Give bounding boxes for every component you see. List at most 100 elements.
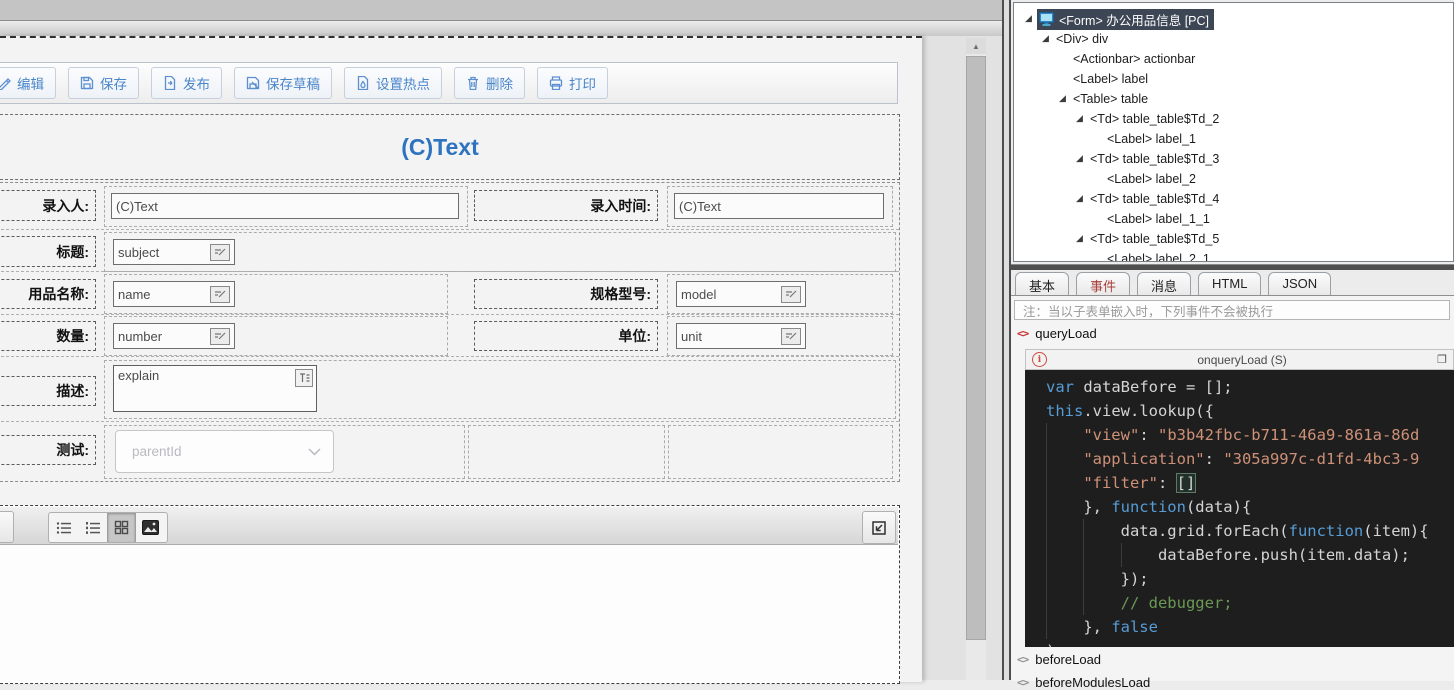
numbered-list-icon: [85, 521, 100, 534]
scrollbar-up-arrow[interactable]: ▲: [966, 38, 986, 54]
info-icon[interactable]: i: [1032, 352, 1047, 367]
expand-arrow-icon[interactable]: ◢: [1076, 153, 1083, 164]
tree-item-label: <Label> label_2_1: [1107, 252, 1210, 262]
recorder-label[interactable]: 录入人:: [0, 190, 96, 221]
number-cell[interactable]: number: [104, 316, 448, 356]
publish-button[interactable]: 发布: [151, 67, 222, 99]
test-cell[interactable]: parentId: [104, 425, 465, 479]
unit-cell[interactable]: unit: [667, 316, 893, 356]
tree-item-label2[interactable]: <Label> label_2: [1014, 169, 1453, 189]
events-note: 注：当以子表单嵌入时，下列事件不会被执行: [1014, 300, 1450, 320]
expand-arrow-icon[interactable]: ◢: [1076, 193, 1083, 204]
name-cell[interactable]: name: [104, 274, 448, 314]
tree-item-label[interactable]: <Label> label: [1014, 69, 1453, 89]
field-edit-icon[interactable]: [210, 243, 230, 261]
download-button[interactable]: [0, 511, 14, 543]
code-editor[interactable]: var dataBefore = []; this.view.lookup({ …: [1025, 370, 1454, 647]
tree-item-td2[interactable]: ◢ <Td> table_table$Td_2: [1014, 109, 1453, 129]
tree-item-td5[interactable]: ◢ <Td> table_table$Td_5: [1014, 229, 1453, 249]
tree-item-actionbar[interactable]: <Actionbar> actionbar: [1014, 49, 1453, 69]
grid-view-button[interactable]: [107, 513, 136, 542]
test-label[interactable]: 测试:: [0, 435, 96, 465]
record-time-input[interactable]: (C)Text: [674, 193, 884, 219]
form-table[interactable]: 录入人: (C)Text 录入时间: (C)Text 标题: subject 用…: [0, 182, 900, 482]
field-edit-icon[interactable]: [781, 285, 801, 303]
unit-label[interactable]: 单位:: [474, 321, 658, 351]
tab-html[interactable]: HTML: [1198, 272, 1262, 297]
event-queryload[interactable]: <> queryLoad: [1017, 326, 1097, 341]
subject-cell[interactable]: subject: [104, 232, 896, 272]
field-edit-icon[interactable]: [781, 327, 801, 345]
tree-item-label: <Label> label_1_1: [1107, 212, 1210, 226]
subject-input[interactable]: subject: [113, 239, 235, 265]
form-design-page[interactable]: 编辑 保存 发布 保存草稿 设置热点 删除 打印 (C)Text 录入人: (C…: [0, 36, 922, 684]
edit-button[interactable]: 编辑: [0, 67, 56, 99]
tab-events[interactable]: 事件: [1076, 272, 1131, 297]
explain-label[interactable]: 描述:: [0, 376, 96, 406]
recorder-input[interactable]: (C)Text: [111, 193, 459, 219]
expand-arrow-icon[interactable]: ◢: [1076, 233, 1083, 244]
event-beforemodulesload[interactable]: <> beforeModulesLoad: [1017, 675, 1150, 690]
field-edit-icon[interactable]: [210, 327, 230, 345]
restore-window-icon[interactable]: ❐: [1437, 353, 1447, 366]
tree-item-label: <Td> table_table$Td_3: [1090, 152, 1220, 166]
panel-splitter-vertical[interactable]: [1002, 0, 1011, 680]
tree-item-table[interactable]: ◢ <Table> table: [1014, 89, 1453, 109]
name-input[interactable]: name: [113, 281, 235, 307]
tree-item-label: <Div> div: [1056, 32, 1109, 46]
form-title-component[interactable]: (C)Text: [0, 114, 900, 180]
recorder-cell[interactable]: (C)Text: [104, 186, 468, 227]
set-hotspot-button[interactable]: 设置热点: [344, 67, 442, 99]
event-beforeload[interactable]: <> beforeLoad: [1017, 652, 1101, 667]
print-button-label: 打印: [569, 77, 596, 92]
inspector-tabbar: 基本 事件 消息 HTML JSON: [1015, 272, 1454, 297]
number-label[interactable]: 数量:: [0, 321, 96, 351]
field-edit-icon[interactable]: [210, 285, 230, 303]
explain-textarea[interactable]: explain: [113, 365, 317, 412]
save-draft-button[interactable]: 保存草稿: [234, 67, 332, 99]
tree-item-td4[interactable]: ◢ <Td> table_table$Td_4: [1014, 189, 1453, 209]
tree-item-label2-1[interactable]: <Label> label_2_1: [1014, 249, 1453, 262]
tree-item-td3[interactable]: ◢ <Td> table_table$Td_3: [1014, 149, 1453, 169]
structure-tree[interactable]: ◢ <Form> 办公用品信息 [PC] ◢ <Div> div <Actionb…: [1013, 2, 1454, 262]
model-label[interactable]: 规格型号:: [474, 279, 658, 309]
empty-cell-2[interactable]: [668, 425, 893, 479]
row-divider: [0, 356, 899, 357]
print-button[interactable]: 打印: [537, 67, 608, 99]
import-button[interactable]: [862, 511, 896, 544]
image-view-button[interactable]: [136, 513, 165, 542]
panel-splitter-horizontal[interactable]: [1011, 264, 1454, 270]
save-button[interactable]: 保存: [68, 67, 139, 99]
tree-item-label1-1[interactable]: <Label> label_1_1: [1014, 209, 1453, 229]
name-label[interactable]: 用品名称:: [0, 279, 96, 309]
numbered-list-view-button[interactable]: [78, 513, 107, 542]
form-actionbar[interactable]: 编辑 保存 发布 保存草稿 设置热点 删除 打印: [0, 62, 898, 104]
delete-button[interactable]: 删除: [454, 67, 525, 99]
save-icon: [80, 76, 94, 90]
subgrid-section[interactable]: [0, 505, 900, 684]
tree-item-form[interactable]: ◢ <Form> 办公用品信息 [PC]: [1014, 8, 1453, 30]
unit-input[interactable]: unit: [676, 323, 806, 349]
tab-basic[interactable]: 基本: [1015, 272, 1070, 297]
expand-arrow-icon[interactable]: ◢: [1076, 113, 1083, 124]
subject-label[interactable]: 标题:: [0, 236, 96, 267]
tab-messages[interactable]: 消息: [1137, 272, 1192, 297]
tree-item-label1[interactable]: <Label> label_1: [1014, 129, 1453, 149]
record-time-label[interactable]: 录入时间:: [474, 190, 658, 221]
expand-arrow-icon[interactable]: ◢: [1059, 93, 1066, 104]
test-dropdown[interactable]: parentId: [115, 430, 334, 473]
empty-cell-1[interactable]: [468, 425, 665, 479]
canvas-scrollbar-thumb[interactable]: [966, 56, 986, 640]
code-line: "view": "b3b42fbc-b711-46a9-861a-86d: [1046, 423, 1454, 447]
model-input[interactable]: model: [676, 281, 806, 307]
model-cell[interactable]: model: [667, 274, 893, 314]
expand-arrow-icon[interactable]: ◢: [1042, 33, 1049, 44]
expand-arrow-icon[interactable]: ◢: [1025, 13, 1032, 24]
bullet-list-view-button[interactable]: [49, 513, 78, 542]
tab-json[interactable]: JSON: [1268, 272, 1332, 297]
number-input[interactable]: number: [113, 323, 235, 349]
richtext-icon[interactable]: [295, 369, 313, 387]
tree-item-div[interactable]: ◢ <Div> div: [1014, 29, 1453, 49]
record-time-cell[interactable]: (C)Text: [667, 186, 893, 227]
explain-cell[interactable]: explain: [104, 360, 896, 419]
